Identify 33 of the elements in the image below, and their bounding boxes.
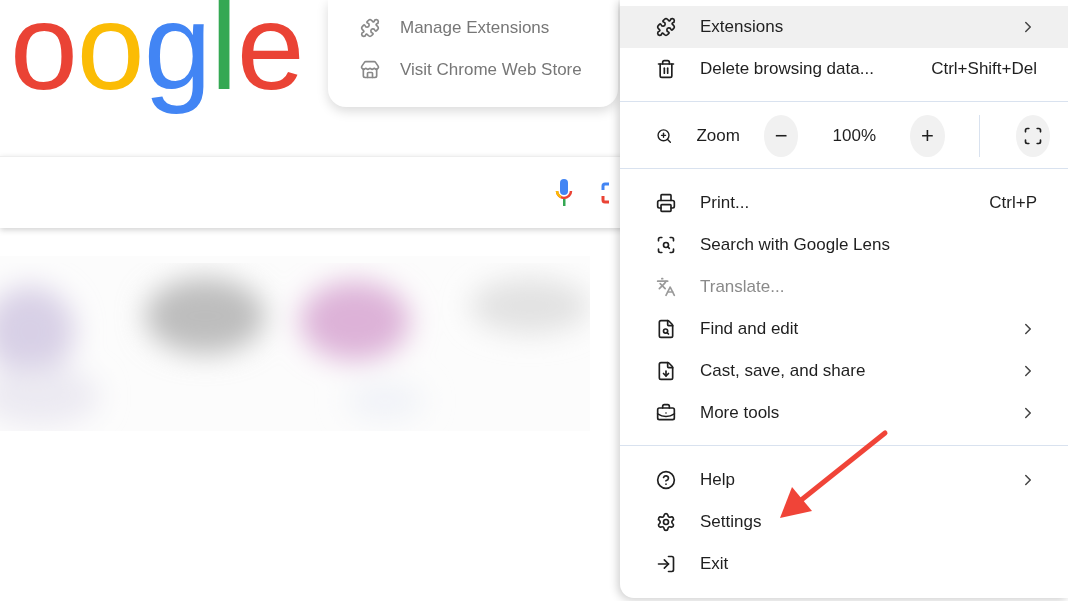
menu-item[interactable]: Extensions: [620, 6, 1068, 48]
fullscreen-button[interactable]: [1015, 115, 1050, 157]
zoom-in-button[interactable]: +: [910, 115, 945, 157]
puzzle-icon: [360, 18, 380, 38]
zoom-in-icon: [656, 126, 673, 146]
toolbox-icon: [656, 403, 676, 423]
translate-icon: [656, 277, 676, 297]
menu-item[interactable]: Cast, save, and share: [620, 350, 1068, 392]
printer-icon: [656, 193, 676, 213]
submenu-item[interactable]: Manage Extensions: [328, 7, 618, 49]
menu-item[interactable]: Find and edit: [620, 308, 1068, 350]
menu-item[interactable]: Delete browsing data... Ctrl+Shift+Del: [620, 48, 1068, 90]
settings-icon: [656, 512, 676, 532]
menu-item[interactable]: More tools: [620, 392, 1068, 434]
zoom-out-button[interactable]: −: [763, 115, 799, 157]
trash-icon: [656, 59, 676, 79]
store-icon: [360, 60, 380, 80]
lens-icon: [656, 235, 676, 255]
zoom-level: 100%: [831, 126, 878, 146]
puzzle-icon: [656, 17, 676, 37]
exit-icon: [656, 554, 676, 574]
menu-item[interactable]: Settings: [620, 501, 1068, 543]
fullscreen-icon: [1022, 126, 1043, 146]
file-download-icon: [656, 361, 676, 381]
help-icon: [656, 470, 676, 490]
menu-item[interactable]: Help: [620, 459, 1068, 501]
menu-item[interactable]: Print... Ctrl+P: [620, 182, 1068, 224]
submenu-item[interactable]: Visit Chrome Web Store: [328, 49, 618, 91]
microphone-icon[interactable]: [555, 178, 573, 207]
menu-item[interactable]: Exit: [620, 543, 1068, 585]
menu-item[interactable]: Search with Google Lens: [620, 224, 1068, 266]
zoom-label: Zoom: [696, 126, 740, 146]
find-page-icon: [656, 319, 676, 339]
